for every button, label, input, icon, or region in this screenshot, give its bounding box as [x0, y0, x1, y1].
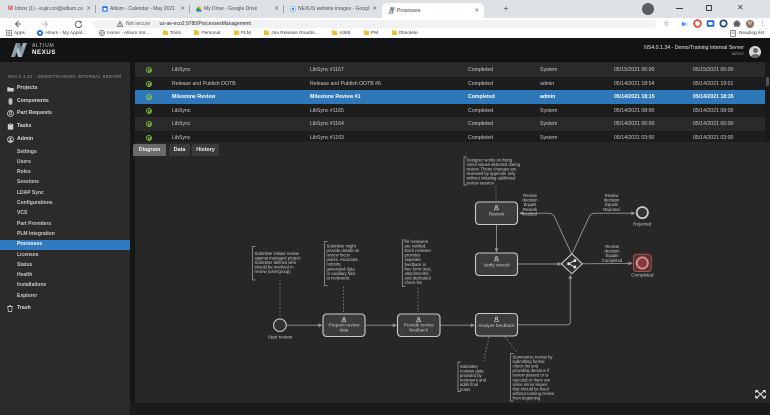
svg-text:review session: review session [467, 180, 495, 185]
svg-text:data: data [340, 327, 349, 332]
svg-text:feedback: feedback [409, 327, 428, 332]
svg-text:Start review: Start review [268, 335, 293, 340]
svg-text:Rejected: Rejected [633, 222, 652, 227]
svg-text:to reviewers.: to reviewers. [327, 275, 351, 280]
svg-text:Rework: Rework [489, 212, 505, 217]
svg-text:from beginning: from beginning [513, 395, 541, 400]
svg-text:needed: needed [523, 211, 538, 216]
svg-text:check list: check list [405, 280, 423, 285]
svg-text:Rejected: Rejected [603, 207, 620, 212]
svg-text:notes: notes [460, 387, 470, 392]
svg-text:review (user/group): review (user/group) [255, 269, 292, 274]
svg-text:Completed: Completed [631, 273, 654, 278]
svg-text:Analyze feedback: Analyze feedback [478, 323, 515, 328]
svg-text:Verify rework: Verify rework [483, 263, 510, 268]
svg-text:Completed: Completed [602, 258, 623, 263]
